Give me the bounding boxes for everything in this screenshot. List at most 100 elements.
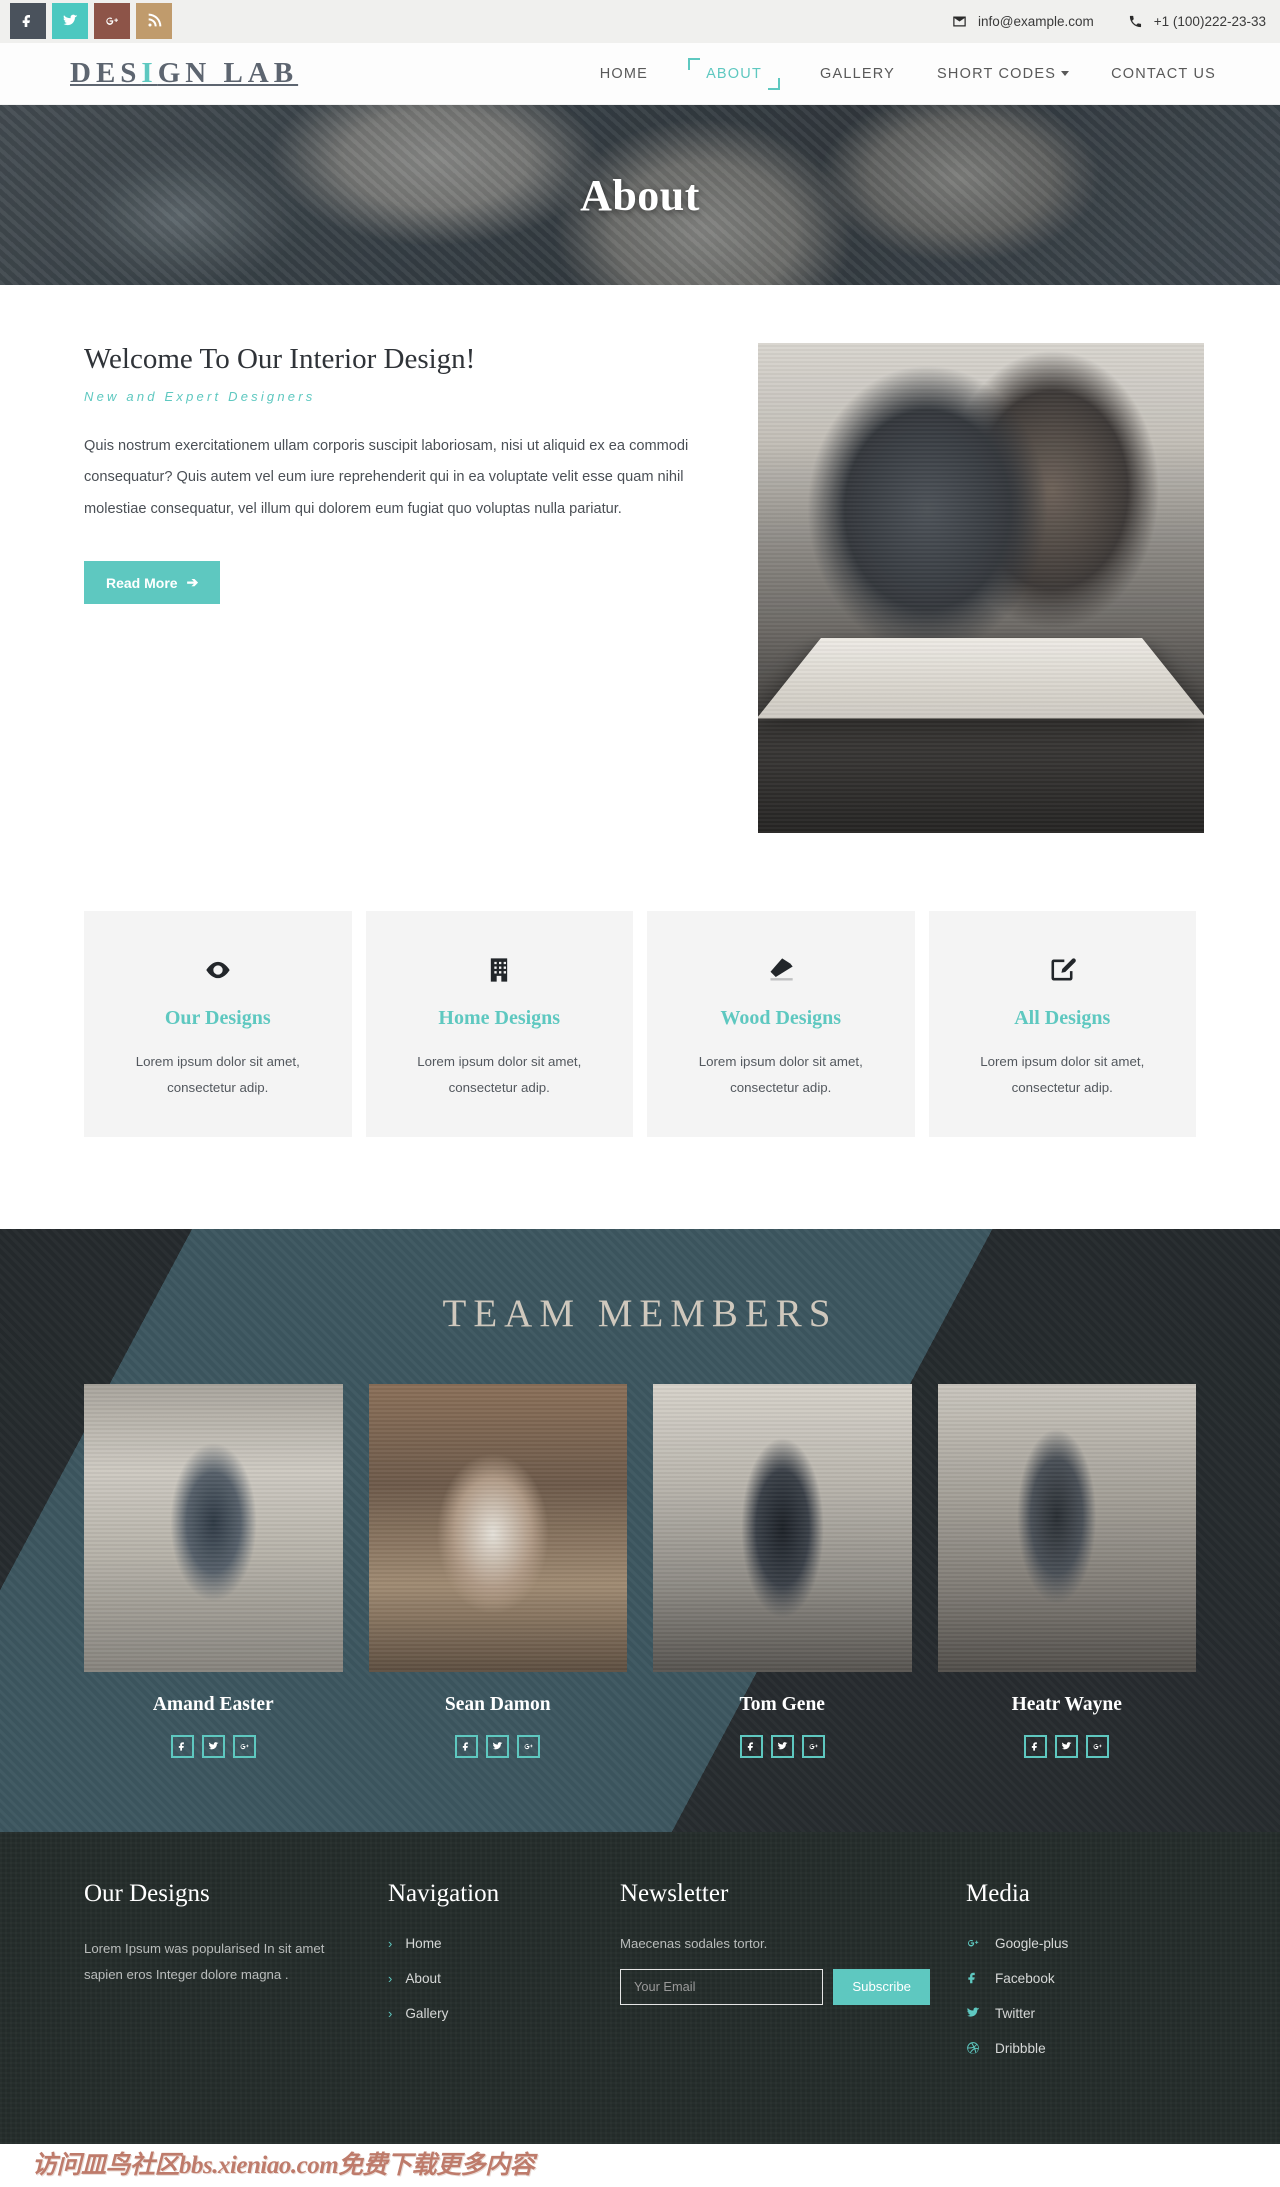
team-member: Sean Damon	[368, 1383, 627, 1758]
footer-about-text: Lorem Ipsum was popularised In sit amet …	[84, 1940, 325, 1982]
twitter-icon	[1062, 1742, 1072, 1750]
member-social-twitter[interactable]	[201, 1734, 225, 1758]
card-icon-wrap	[388, 951, 612, 989]
member-socials	[653, 1734, 912, 1758]
welcome-image-column	[758, 343, 1204, 833]
nav-item-short-codes[interactable]: SHORT CODES	[935, 60, 1071, 88]
service-card-all-designs[interactable]: All Designs Lorem ipsum dolor sit amet, …	[928, 911, 1196, 1137]
read-more-label: Read More	[106, 574, 178, 591]
eraser-icon	[770, 958, 793, 981]
top-social-rss[interactable]	[136, 3, 172, 39]
chevron-right-icon: ›	[388, 2005, 393, 2021]
member-name: Sean Damon	[444, 1693, 551, 1715]
member-photo	[368, 1383, 627, 1672]
facebook-icon	[22, 15, 30, 27]
member-social-google-plus[interactable]	[801, 1734, 825, 1758]
hero-banner: About	[0, 105, 1280, 285]
twitter-icon	[63, 14, 78, 26]
member-social-google-plus[interactable]	[517, 1734, 541, 1758]
nav-item-home[interactable]: HOME	[598, 60, 650, 88]
google-plus-icon	[1093, 1743, 1102, 1750]
phone-icon	[1129, 15, 1141, 28]
site-logo[interactable]: DESIGN LAB	[70, 57, 298, 90]
twitter-icon	[967, 2007, 980, 2017]
twitter-icon	[777, 1742, 788, 1750]
dribbble-icon	[967, 2042, 979, 2055]
footer-newsletter-title: Newsletter	[620, 1879, 729, 1907]
footer-nav-home-label: Home	[405, 1935, 442, 1951]
logo-text-highlight: I	[141, 57, 158, 89]
main-navigation: HOME ABOUT GALLERY SHORT CODES CONTACT U…	[598, 57, 1258, 90]
google-plus-icon	[106, 17, 118, 26]
footer-nav-home[interactable]: › Home	[388, 1936, 584, 1951]
nav-item-about[interactable]: ABOUT	[704, 60, 764, 88]
footer-media-facebook[interactable]: Facebook	[966, 1971, 1186, 1986]
service-card-home-designs[interactable]: Home Designs Lorem ipsum dolor sit amet,…	[365, 911, 633, 1137]
logo-text-part1: DES	[70, 57, 142, 89]
team-member: Heatr Wayne	[937, 1383, 1196, 1758]
welcome-section: Welcome To Our Interior Design! New and …	[0, 285, 1280, 833]
member-social-twitter[interactable]	[486, 1734, 510, 1758]
pencil-square-icon	[1051, 958, 1077, 981]
member-social-facebook[interactable]	[170, 1734, 194, 1758]
member-photo	[653, 1383, 912, 1672]
twitter-icon	[493, 1742, 503, 1750]
top-social-facebook[interactable]	[10, 3, 46, 39]
top-contact-info: info@example.com +1 (100)222-23-33	[952, 14, 1280, 29]
top-social-google-plus[interactable]	[94, 3, 130, 39]
nav-item-short-codes-label: SHORT CODES	[937, 65, 1057, 82]
footer-media-dribbble[interactable]: Dribbble	[966, 2041, 1186, 2056]
facebook-icon	[1032, 1742, 1038, 1751]
service-card-wood-designs[interactable]: Wood Designs Lorem ipsum dolor sit amet,…	[647, 911, 915, 1137]
chevron-right-icon: ›	[388, 1935, 393, 1951]
footer-media-twitter[interactable]: Twitter	[966, 2006, 1186, 2021]
member-social-google-plus[interactable]	[1086, 1734, 1110, 1758]
page-title: About	[580, 170, 700, 220]
footer-nav-about[interactable]: › About	[388, 1971, 584, 1986]
top-email-text: info@example.com	[978, 14, 1094, 29]
facebook-icon	[178, 1742, 184, 1751]
services-cards: Our Designs Lorem ipsum dolor sit amet, …	[0, 833, 1280, 1229]
site-footer: Our Designs Lorem Ipsum was popularised …	[0, 1831, 1280, 2144]
member-social-twitter[interactable]	[770, 1734, 794, 1758]
newsletter-email-input[interactable]	[620, 1968, 824, 2005]
service-card-our-designs[interactable]: Our Designs Lorem ipsum dolor sit amet, …	[84, 911, 352, 1137]
chevron-right-icon: ›	[388, 1970, 393, 1986]
read-more-button[interactable]: Read More ➔	[84, 561, 221, 605]
footer-nav-gallery-label: Gallery	[405, 2005, 449, 2021]
footer-about-column: Our Designs Lorem Ipsum was popularised …	[84, 1880, 352, 2144]
subscribe-button[interactable]: Subscribe	[833, 1968, 930, 2005]
member-social-twitter[interactable]	[1055, 1734, 1079, 1758]
member-social-facebook[interactable]	[739, 1734, 763, 1758]
welcome-text-column: Welcome To Our Interior Design! New and …	[84, 343, 724, 833]
nav-item-contact-us[interactable]: CONTACT US	[1109, 60, 1218, 88]
card-icon-wrap	[951, 951, 1175, 989]
envelope-icon	[953, 16, 966, 27]
card-text: Lorem ipsum dolor sit amet, consectetur …	[980, 1054, 1145, 1095]
member-social-facebook[interactable]	[455, 1734, 479, 1758]
footer-media-column: Media Google-plus Facebook Twitter Dribb…	[966, 1880, 1186, 2144]
card-title: Our Designs	[164, 1007, 271, 1029]
footer-nav-about-label: About	[405, 1970, 441, 1986]
google-plus-icon	[240, 1743, 249, 1750]
rss-icon	[148, 13, 162, 27]
eye-icon	[206, 961, 230, 979]
member-photo	[84, 1383, 343, 1672]
footer-navigation-column: Navigation › Home › About › Gallery	[388, 1880, 584, 2144]
top-email[interactable]: info@example.com	[952, 14, 1094, 29]
welcome-subheading: New and Expert Designers	[84, 389, 316, 404]
office-photo	[758, 343, 1204, 833]
top-phone[interactable]: +1 (100)222-23-33	[1128, 14, 1266, 29]
twitter-icon	[208, 1742, 219, 1750]
team-member: Amand Easter	[84, 1383, 343, 1758]
footer-media-google-plus[interactable]: Google-plus	[966, 1936, 1186, 1951]
watermark-overlay: 访问皿鸟社区bbs.xieniao.com免费下载更多内容	[32, 2152, 535, 2179]
team-grid: Amand Easter Sean Damon Tom Gene Heatr W…	[0, 1383, 1280, 1758]
member-social-facebook[interactable]	[1024, 1734, 1048, 1758]
card-title: All Designs	[1014, 1007, 1111, 1029]
facebook-icon	[747, 1742, 753, 1751]
top-social-twitter[interactable]	[52, 3, 88, 39]
member-social-google-plus[interactable]	[232, 1734, 256, 1758]
nav-item-gallery[interactable]: GALLERY	[818, 60, 897, 88]
footer-nav-gallery[interactable]: › Gallery	[388, 2006, 584, 2021]
